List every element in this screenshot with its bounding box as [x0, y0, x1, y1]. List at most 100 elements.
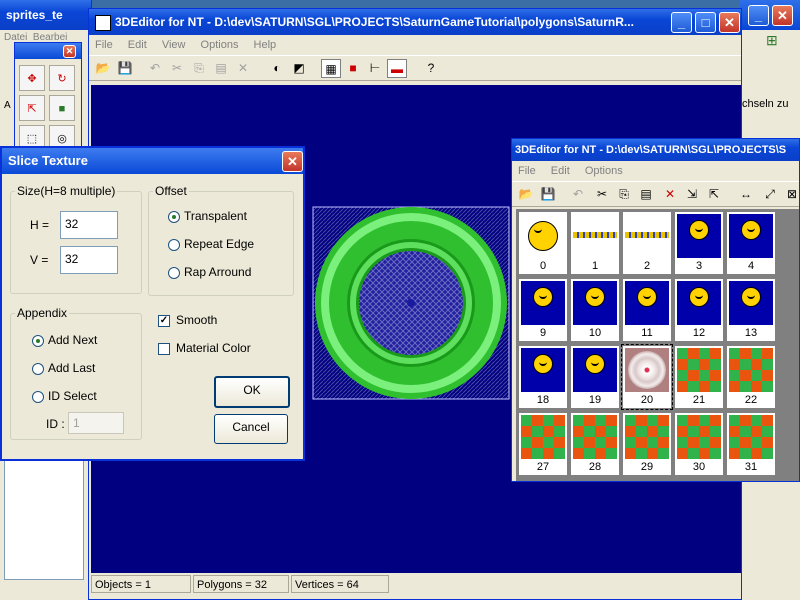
texture-fit-icon[interactable]: ↔ [736, 185, 756, 204]
delete-icon[interactable]: ✕ [233, 59, 253, 78]
appendix-add-next-radio[interactable] [32, 335, 44, 347]
texture-menubar: File Edit Options [512, 161, 799, 181]
texture-zoom-icon[interactable]: ⊠ [782, 185, 799, 204]
texture-menu-options[interactable]: Options [579, 165, 629, 177]
smooth-label[interactable]: Smooth [176, 313, 217, 327]
texture-export-icon[interactable]: ⇱ [704, 185, 724, 204]
material-color-label[interactable]: Material Color [176, 341, 251, 355]
id-input[interactable]: 1 [68, 412, 124, 434]
cut-icon[interactable]: ✂ [167, 59, 187, 78]
menu-view[interactable]: View [156, 39, 192, 51]
appendix-add-next-label[interactable]: Add Next [48, 333, 97, 347]
smooth-checkbox[interactable]: ✓ [158, 315, 170, 327]
checker-texture-icon [677, 348, 721, 392]
texture-undo-icon[interactable]: ↶ [568, 185, 588, 204]
undo-icon[interactable]: ↶ [145, 59, 165, 78]
texture-tile[interactable]: 3 [674, 211, 724, 275]
texture-tile[interactable]: 22 [726, 345, 776, 409]
offset-repeat-edge-label[interactable]: Repeat Edge [184, 237, 254, 251]
maximize-button[interactable]: □ [695, 12, 716, 33]
offset-repeat-edge-radio[interactable] [168, 239, 180, 251]
grid-view-icon[interactable]: ▦ [321, 59, 341, 78]
status-vertices: Vertices = 64 [291, 575, 389, 593]
texture-view-icon[interactable]: ▬ [387, 59, 407, 78]
texture-tile-number: 9 [539, 327, 547, 339]
paste-icon[interactable]: ▤ [211, 59, 231, 78]
texture-tile[interactable]: 21 [674, 345, 724, 409]
dialog-title[interactable]: Slice Texture [2, 148, 303, 174]
menu-options[interactable]: Options [195, 39, 245, 51]
select-tool-icon[interactable]: ■ [49, 95, 75, 121]
v-input[interactable]: 32 [60, 246, 118, 274]
texture-tile[interactable]: 4 [726, 211, 776, 275]
texture-delete-icon[interactable]: ✕ [660, 185, 680, 204]
menu-help[interactable]: Help [248, 39, 283, 51]
texture-open-icon[interactable]: 📂 [516, 185, 536, 204]
rotate-tool-icon[interactable]: ↻ [49, 65, 75, 91]
texture-tile[interactable]: 1 [570, 211, 620, 275]
offset-rap-around-radio[interactable] [168, 267, 180, 279]
texture-tile[interactable]: 10 [570, 278, 620, 342]
smiley-face-icon [741, 220, 761, 240]
texture-tile[interactable]: 29 [622, 412, 672, 476]
minimize-button[interactable]: _ [671, 12, 692, 33]
select-object-icon[interactable]: ◩ [289, 59, 309, 78]
texture-tile[interactable]: 30 [674, 412, 724, 476]
cancel-button[interactable]: Cancel [214, 414, 288, 444]
dialog-close-button[interactable]: ✕ [282, 151, 303, 172]
menu-edit[interactable]: Edit [122, 39, 153, 51]
move-tool-icon[interactable]: ✥ [19, 65, 45, 91]
rotate-object-icon[interactable]: ◐ [267, 59, 287, 78]
texture-tile[interactable]: 31 [726, 412, 776, 476]
texture-copy-icon[interactable]: ⎘ [614, 185, 634, 204]
checker-texture-icon [729, 415, 773, 459]
texture-tile[interactable]: 28 [570, 412, 620, 476]
texture-tile[interactable]: 19 [570, 345, 620, 409]
offset-transparent-label[interactable]: Transpalent [184, 209, 247, 223]
texture-tile[interactable]: 27 [518, 412, 568, 476]
appendix-group-label: Appendix [17, 306, 68, 320]
texture-tile[interactable]: 12 [674, 278, 724, 342]
smiley-face-icon [528, 221, 558, 251]
smiley-texture-icon [729, 214, 773, 258]
close-button[interactable]: ✕ [719, 12, 740, 33]
h-input[interactable]: 32 [60, 211, 118, 239]
texture-tile[interactable]: 0 [518, 211, 568, 275]
texture-menu-edit[interactable]: Edit [545, 165, 576, 177]
texture-tile-number: 18 [536, 394, 550, 406]
texture-tile[interactable]: 11 [622, 278, 672, 342]
texture-tile[interactable]: 20 [621, 344, 673, 410]
open-icon[interactable]: 📂 [93, 59, 113, 78]
offset-rap-around-label[interactable]: Rap Arround [184, 265, 251, 279]
appendix-add-last-radio[interactable] [32, 363, 44, 375]
right-window-close-button[interactable]: ✕ [772, 5, 793, 26]
offset-transparent-radio[interactable] [168, 211, 180, 223]
texture-tile[interactable]: 9 [518, 278, 568, 342]
appendix-id-select-radio[interactable] [32, 391, 44, 403]
tool-palette-close-button[interactable]: ✕ [63, 45, 76, 58]
texture-import-icon[interactable]: ⇲ [682, 185, 702, 204]
texture-cut-icon[interactable]: ✂ [592, 185, 612, 204]
background-window-title[interactable]: sprites_te [0, 0, 91, 30]
copy-icon[interactable]: ⎘ [189, 59, 209, 78]
right-window-minimize-button[interactable]: _ [748, 5, 769, 26]
appendix-add-last-label[interactable]: Add Last [48, 361, 95, 375]
ok-button[interactable]: OK [214, 376, 290, 408]
tree-view-icon[interactable]: ⊢ [365, 59, 385, 78]
texture-tile[interactable]: 13 [726, 278, 776, 342]
scale-tool-icon[interactable]: ⇱ [19, 95, 45, 121]
texture-tile[interactable]: 2 [622, 211, 672, 275]
material-color-checkbox[interactable] [158, 343, 170, 355]
help-icon[interactable]: ? [421, 59, 441, 78]
save-icon[interactable]: 💾 [115, 59, 135, 78]
texture-paste-icon[interactable]: ▤ [636, 185, 656, 204]
texture-window-title[interactable]: 3DEditor for NT - D:\dev\SATURN\SGL\PROJ… [512, 139, 799, 161]
texture-resize-icon[interactable]: ⤢ [760, 185, 780, 204]
menu-file[interactable]: File [89, 39, 119, 51]
cube-icon[interactable]: ■ [343, 59, 363, 78]
texture-menu-file[interactable]: File [512, 165, 542, 177]
texture-save-icon[interactable]: 💾 [538, 185, 558, 204]
appendix-id-select-label[interactable]: ID Select [48, 389, 97, 403]
main-window-title[interactable]: 3DEditor for NT - D:\dev\SATURN\SGL\PROJ… [89, 9, 741, 35]
texture-tile[interactable]: 18 [518, 345, 568, 409]
